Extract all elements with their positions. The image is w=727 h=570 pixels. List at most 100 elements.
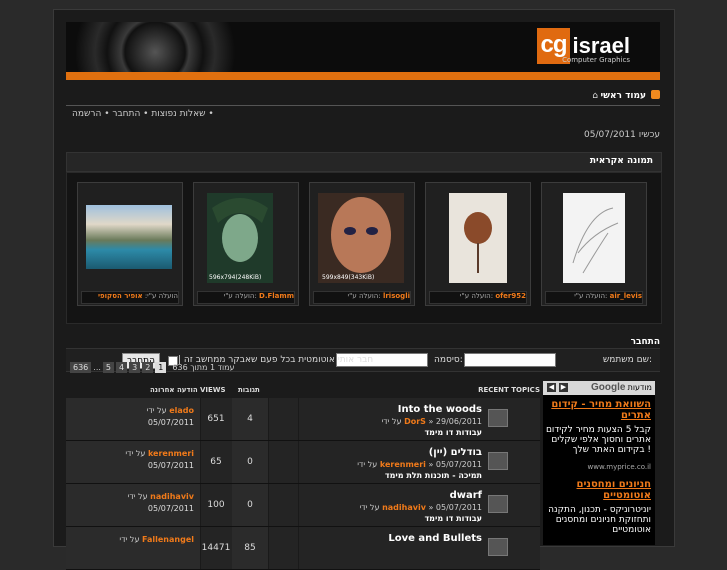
row-spacer xyxy=(268,441,299,483)
topic-title-cell: dwarf על ידי nadihaviv » 05/07/2011 עבוד… xyxy=(298,484,508,526)
topic-title-cell: Love and Bullets xyxy=(298,527,508,569)
topics-column-header: הודעה אחרונה VIEWS תגובות RECENT TOPICS xyxy=(66,384,540,396)
topic-icon xyxy=(488,495,508,513)
topic-title-cell: Into the woods על ידי DorS » 29/06/2011 … xyxy=(298,398,508,440)
gallery-caption: הועלה ע"י: lrisogli xyxy=(313,291,411,304)
ads-label: מודעות xyxy=(627,383,652,392)
topic-row[interactable]: על ידי kerenmeri 05/07/2011 65 0 בודלים … xyxy=(66,441,540,484)
topic-title[interactable]: dwarf xyxy=(450,490,482,501)
row-spacer xyxy=(268,527,299,569)
topic-forum[interactable]: עבודות דו מימד xyxy=(424,514,482,523)
last-post-user[interactable]: על ידי kerenmeri xyxy=(125,449,194,458)
col-lastpost: הודעה אחרונה xyxy=(150,386,198,394)
random-image-title: תמונה אקראית xyxy=(589,156,653,166)
last-post-cell: על ידי Fallenangel xyxy=(66,527,201,569)
views-count: 14471 xyxy=(200,527,233,569)
gallery-caption: הועלה ע"י: ofer952 xyxy=(429,291,527,304)
last-post-date: 05/07/2011 xyxy=(147,418,194,427)
replies-count: 0 xyxy=(232,484,269,526)
topic-forum[interactable]: עבודות דו מימד xyxy=(424,428,482,437)
page-4[interactable]: 4 xyxy=(116,361,128,373)
page-1: 1 xyxy=(155,361,167,373)
gallery-card[interactable]: הועלה ע"י: air_levis xyxy=(541,182,647,306)
ads-next-icon[interactable]: ▶ xyxy=(559,383,568,392)
header-accent-bar xyxy=(66,72,660,80)
password-label: סיסמה: xyxy=(434,355,463,365)
page-5[interactable]: 5 xyxy=(102,361,115,373)
page-2[interactable]: 2 xyxy=(142,361,154,373)
last-post-date: 05/07/2011 xyxy=(147,504,194,513)
gallery-thumb[interactable]: 596x794(248KiB) xyxy=(207,193,273,283)
page-3[interactable]: 3 xyxy=(129,361,141,373)
username-label: שם משתמש: xyxy=(602,355,652,365)
cgisrael-logo[interactable]: cg israel Computer Graphics xyxy=(537,26,630,66)
gallery-card[interactable]: 596x794(248KiB) הועלה ע"י: D.Flamm xyxy=(193,182,299,306)
login-title: התחבר xyxy=(630,337,660,347)
current-date: עכשיו 05/07/2011 xyxy=(584,130,660,140)
svg-text:596x794(248KiB): 596x794(248KiB) xyxy=(209,274,261,281)
gallery-thumb[interactable] xyxy=(449,193,507,283)
topic-author: על ידי nadihaviv » 05/07/2011 xyxy=(359,503,482,512)
google-logo: Google xyxy=(591,382,626,393)
username-input[interactable] xyxy=(464,353,556,367)
topic-title[interactable]: Into the woods xyxy=(398,404,482,415)
topic-icon xyxy=(488,538,508,556)
logo-subtitle: Computer Graphics xyxy=(562,56,630,64)
gallery-thumb[interactable] xyxy=(563,193,625,283)
random-image-gallery: הועלה ע"י: air_levis הועלה ע"י: ofer952 … xyxy=(66,172,662,324)
gallery-card[interactable]: הועלה ע"י: אופיר הסקופי xyxy=(77,182,183,306)
topic-icon xyxy=(488,409,508,427)
topic-title[interactable]: Love and Bullets xyxy=(388,533,482,544)
gallery-caption: הועלה ע"י: אופיר הסקופי xyxy=(81,291,179,304)
page-last[interactable]: 636 xyxy=(70,361,92,373)
home-icon: ⌂ xyxy=(592,91,598,101)
gallery-card[interactable]: 599x849(343KiB) הועלה ע"י: lrisogli xyxy=(309,182,415,306)
topic-forum[interactable]: תמיכה - תוכנות תלת מימד xyxy=(385,471,482,480)
last-post-user[interactable]: על ידי Fallenangel xyxy=(119,535,194,544)
page-count: עמוד 1 מתוך 636 xyxy=(172,362,235,372)
top-links[interactable]: שאלות נפוצות • התחבר • הרשמה • xyxy=(72,109,214,119)
replies-count: 0 xyxy=(232,441,269,483)
views-count: 100 xyxy=(200,484,233,526)
replies-count: 4 xyxy=(232,398,269,440)
row-spacer xyxy=(268,484,299,526)
ad-title[interactable]: השוואת מחיר - קידום אתרים xyxy=(545,399,651,421)
rss-icon[interactable] xyxy=(651,90,660,99)
ads-prev-icon[interactable]: ◀ xyxy=(547,383,556,392)
views-count: 651 xyxy=(200,398,233,440)
last-post-cell: על ידי elado 05/07/2011 xyxy=(66,398,201,440)
ads-content: השוואת מחיר - קידום אתרים קבל 5 הצעות מח… xyxy=(543,395,655,545)
last-post-user[interactable]: על ידי elado xyxy=(147,406,194,415)
topic-author: על ידי DorS » 29/06/2011 xyxy=(381,417,482,426)
last-post-date: 05/07/2011 xyxy=(147,461,194,470)
last-post-cell: על ידי kerenmeri 05/07/2011 xyxy=(66,441,201,483)
svg-text:599x849(343KiB): 599x849(343KiB) xyxy=(322,274,374,281)
ad-body: קבל 5 הצעות מחיר לקידום אתרים וחסוך אלפי… xyxy=(545,425,651,455)
logo-israel: israel xyxy=(572,33,631,58)
ads-bar: ◀ ▶ Google מודעות xyxy=(543,381,655,395)
home-link[interactable]: עמוד ראשי xyxy=(601,91,646,101)
replies-count: 85 xyxy=(232,527,269,569)
gallery-thumb[interactable] xyxy=(86,205,172,269)
ad-url[interactable]: www.myprice.co.il xyxy=(588,463,652,471)
nav-divider xyxy=(66,105,660,106)
gallery-caption: הועלה ע"י: D.Flamm xyxy=(197,291,295,304)
ad-title[interactable]: חניונים ומחסנים אוטומטיים xyxy=(545,479,651,501)
pagination: 636 ... 5 4 3 2 1 עמוד 1 מתוך 636 xyxy=(70,361,235,373)
gallery-card[interactable]: הועלה ע"י: ofer952 xyxy=(425,182,531,306)
topic-title-cell: בודלים (יין) על ידי kerenmeri » 05/07/20… xyxy=(298,441,508,483)
col-replies: תגובות xyxy=(238,386,260,394)
gallery-caption: הועלה ע"י: air_levis xyxy=(545,291,643,304)
col-views: VIEWS xyxy=(200,386,226,394)
topic-title[interactable]: בודלים (יין) xyxy=(429,447,482,458)
topic-row[interactable]: על ידי nadihaviv 05/07/2011 100 0 dwarf … xyxy=(66,484,540,527)
gallery-thumb[interactable]: 599x849(343KiB) xyxy=(318,193,404,283)
random-image-header: תמונה אקראית xyxy=(66,152,662,172)
views-count: 65 xyxy=(200,441,233,483)
topic-row[interactable]: על ידי elado 05/07/2011 651 4 Into the w… xyxy=(66,398,540,441)
site-header: cg israel Computer Graphics xyxy=(66,22,660,72)
last-post-cell: על ידי nadihaviv 05/07/2011 xyxy=(66,484,201,526)
topic-author: על ידי kerenmeri » 05/07/2011 xyxy=(357,460,482,469)
topic-row[interactable]: על ידי Fallenangel 14471 85 Love and Bul… xyxy=(66,527,540,570)
last-post-user[interactable]: על ידי nadihaviv xyxy=(128,492,194,501)
